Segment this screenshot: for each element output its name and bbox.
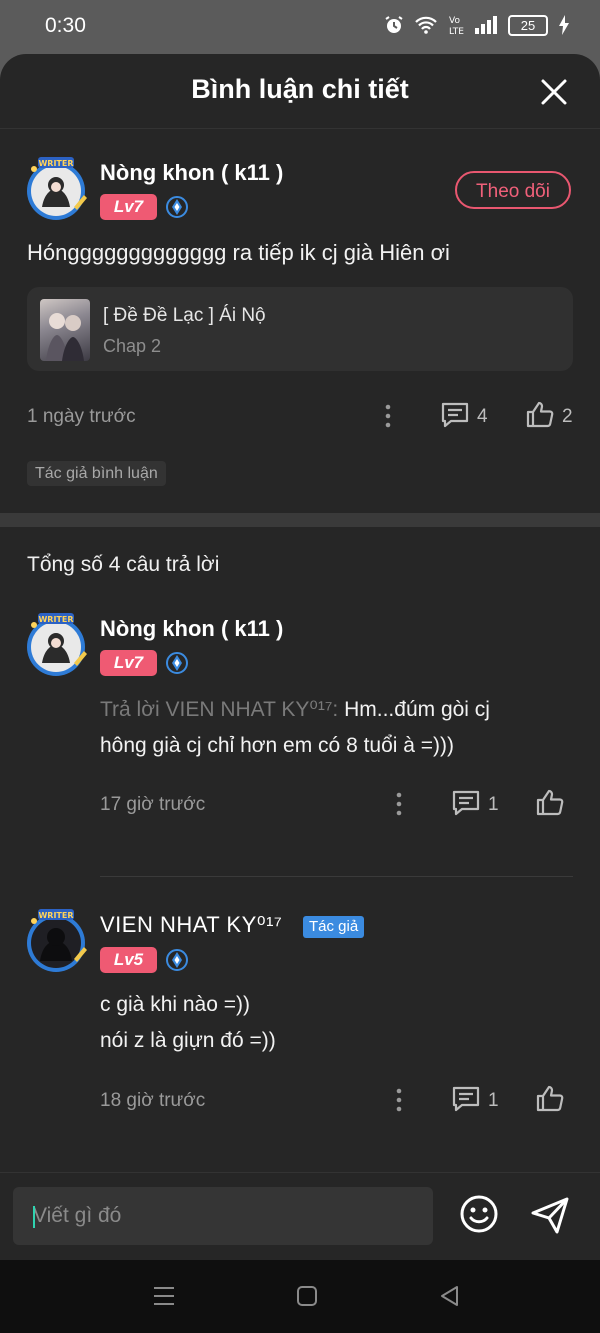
status-bar: 0:30 Vo LTE 25 [0, 0, 600, 54]
svg-text:WRITER: WRITER [38, 911, 73, 920]
page-title: Bình luận chi tiết [191, 74, 409, 104]
like-count: 2 [562, 406, 573, 427]
svg-text:WRITER: WRITER [38, 159, 73, 168]
story-cover-image [40, 299, 90, 361]
story-chapter: Chap 2 [103, 336, 162, 356]
close-icon[interactable] [540, 78, 568, 106]
story-title: [ Đề Đề Lạc ] Ái Nộ [103, 305, 266, 326]
like-icon[interactable] [535, 788, 565, 816]
reply-icon[interactable] [451, 1085, 481, 1113]
reply-text: c già khi nào =)) nói z là giựn đó =)) [100, 987, 560, 1059]
username[interactable]: Nòng khon ( k11 ) [100, 616, 283, 642]
replies-total: Tổng số 4 câu trả lời [27, 553, 220, 576]
avatar[interactable]: WRITER [22, 155, 90, 223]
more-options-icon[interactable] [396, 1088, 402, 1112]
battery-indicator: 25 [508, 14, 548, 36]
status-time: 0:30 [45, 14, 86, 37]
signal-icon [475, 16, 497, 34]
reply-icon[interactable] [440, 401, 470, 429]
svg-text:Vo: Vo [449, 16, 460, 26]
menu-icon[interactable] [151, 1284, 177, 1308]
volte-icon: VoLTE [449, 16, 464, 36]
reply-to-label: Trả lời VIEN NHAT KY⁰¹⁷: [100, 698, 339, 721]
comment-detail-sheet: Bình luận chi tiết WRITER Nòng khon ( k1… [0, 54, 600, 1260]
reply-count: 1 [488, 1090, 499, 1111]
username[interactable]: Nòng khon ( k11 ) [100, 160, 283, 186]
comment-text: Hónggggggggggggg ra tiếp ik cj già Hiên … [27, 240, 450, 265]
home-icon[interactable] [294, 1284, 320, 1308]
level-badge: Lv7 [100, 194, 157, 220]
reply-text-line2: nói z là giựn đó =)) [100, 1029, 276, 1052]
reply-text-line1: c già khi nào =)) [100, 993, 250, 1016]
text-cursor [33, 1206, 35, 1228]
username[interactable]: VIEN NHAT KY⁰¹⁷ [100, 912, 282, 938]
reply-icon[interactable] [451, 789, 481, 817]
more-options-icon[interactable] [396, 792, 402, 816]
verified-badge-icon [166, 949, 188, 971]
reply-text-line2: hông già cj chỉ hơn em có 8 tuổi à =))) [100, 734, 455, 757]
status-icons: Vo LTE 25 [384, 14, 570, 36]
reply-divider [100, 876, 573, 877]
like-icon[interactable] [535, 1084, 565, 1112]
follow-button[interactable]: Theo dõi [455, 171, 571, 209]
level-badge: Lv5 [100, 947, 157, 973]
author-badge: Tác giả [303, 916, 365, 938]
level-badge: Lv7 [100, 650, 157, 676]
author-comment-tag: Tác giả bình luận [27, 461, 166, 486]
svg-text:LTE: LTE [449, 27, 464, 36]
comment-input[interactable] [13, 1187, 433, 1245]
comment-time: 1 ngày trước [27, 406, 136, 427]
reply-text: Trả lời VIEN NHAT KY⁰¹⁷: Hm...đúm gòi cj… [100, 692, 560, 764]
reply-time: 18 giờ trước [100, 1090, 206, 1111]
more-options-icon[interactable] [385, 404, 391, 428]
avatar[interactable]: WRITER [22, 611, 90, 679]
reply-text-line1: Hm...đúm gòi cj [338, 698, 490, 721]
story-card[interactable]: [ Đề Đề Lạc ] Ái Nộ Chap 2 [27, 287, 573, 371]
reply-time: 17 giờ trước [100, 794, 206, 815]
section-divider [0, 513, 600, 527]
like-icon[interactable] [525, 400, 555, 428]
back-icon[interactable] [437, 1284, 463, 1308]
system-nav-bar [0, 1260, 600, 1333]
send-icon[interactable] [530, 1195, 570, 1235]
alarm-icon [385, 16, 403, 33]
verified-badge-icon [166, 196, 188, 218]
reply-count: 1 [488, 794, 499, 815]
header: Bình luận chi tiết [0, 54, 600, 129]
verified-badge-icon [166, 652, 188, 674]
charging-icon [559, 15, 569, 35]
comment-input-bar [0, 1172, 600, 1260]
emoji-icon[interactable] [459, 1194, 499, 1234]
avatar[interactable]: WRITER [22, 907, 90, 975]
svg-text:WRITER: WRITER [38, 615, 73, 624]
reply-count: 4 [477, 406, 488, 427]
wifi-icon [415, 16, 437, 34]
